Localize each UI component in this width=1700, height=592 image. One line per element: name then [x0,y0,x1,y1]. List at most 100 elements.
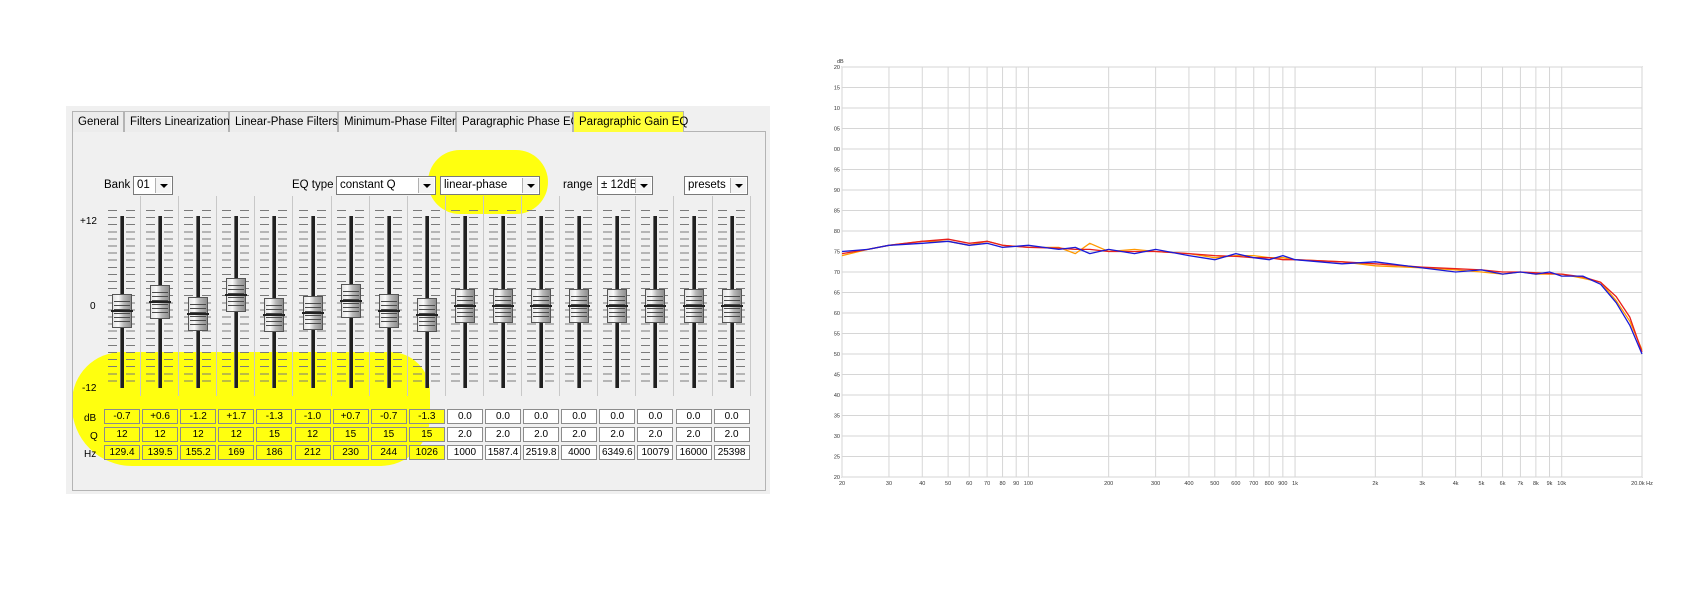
fader-knob-1[interactable] [111,293,133,328]
bank-select[interactable]: 01 [133,176,173,195]
q-value-cell[interactable]: 2.0 [599,427,636,442]
db-value-cell[interactable]: 0.0 [485,409,521,424]
db-value-cell[interactable]: 0.0 [637,409,674,424]
db-value-cell[interactable]: +0.6 [142,409,179,424]
hz-value-cell[interactable]: 6349.6 [599,445,636,460]
hz-value-cell[interactable]: 4000 [561,445,598,460]
tab-minimum-phase-filters[interactable]: Minimum-Phase Filters [338,111,462,132]
hz-value-cell[interactable]: 10079 [637,445,674,460]
fader-knob-6[interactable] [301,295,324,330]
hz-value-cell[interactable]: 129.4 [104,445,140,460]
db-value-cell[interactable]: 0.0 [523,409,560,424]
q-value-cell[interactable]: 12 [104,427,140,442]
q-value-cell[interactable]: 15 [408,427,445,442]
y-tick-label: 90 [834,188,840,194]
fader-knob-15[interactable] [644,289,667,323]
fader-knob-14[interactable] [606,289,629,323]
fader-knob-2[interactable] [149,284,172,319]
db-value-cell[interactable]: -0.7 [370,409,407,424]
tab-linear-phase-filters[interactable]: Linear-Phase Filters [229,111,338,132]
hz-value-cell[interactable]: 169 [218,445,255,460]
db-value-cell[interactable]: -0.7 [104,409,140,424]
hz-value-cell[interactable]: 244 [370,445,407,460]
hz-value-cell[interactable]: 2519.8 [523,445,560,460]
db-value-cell[interactable]: +0.7 [332,409,369,424]
tab-general[interactable]: General [72,111,124,132]
fader-strip-6 [294,196,332,396]
q-value-cell[interactable]: 2.0 [713,427,750,442]
x-tick-label: 20.0k Hz [1631,481,1653,487]
fader-strip-12 [522,196,561,396]
tab-paragraphic-gain-eq[interactable]: Paragraphic Gain EQ [573,111,688,132]
range-select[interactable]: ± 12dB [597,176,653,195]
q-value-cell[interactable]: 2.0 [523,427,560,442]
fader-strip-5 [255,196,294,396]
hz-value-cell[interactable]: 1026 [408,445,445,460]
hz-value-cell[interactable]: 16000 [675,445,712,460]
y-tick-label: 110 [834,106,840,112]
db-value-cell[interactable]: 0.0 [446,409,483,424]
fader-knob-12[interactable] [530,289,553,323]
phase-select[interactable]: linear-phase [440,176,540,195]
eq-type-select[interactable]: constant Q [336,176,436,195]
hz-value-cell[interactable]: 230 [332,445,369,460]
q-value-cell[interactable]: 12 [180,427,217,442]
fader-strip-14 [598,196,637,396]
bank-label: Bank [104,179,131,191]
hz-value-cell[interactable]: 155.2 [180,445,217,460]
fader-scale-ticks [260,210,270,382]
fader-knob-16[interactable] [682,289,705,323]
hz-value-cell[interactable]: 186 [256,445,293,460]
fader-knob-10[interactable] [453,289,476,323]
db-value-cell[interactable]: +1.7 [218,409,255,424]
eq-type-label: EQ type [292,179,334,191]
hz-value-cell[interactable]: 139.5 [142,445,179,460]
tab-paragraphic-phase-eq[interactable]: Paragraphic Phase EQ [456,111,580,132]
presets-select[interactable]: presets [684,176,748,195]
db-row-label: dB [84,413,97,424]
fader-knob-17[interactable] [720,289,743,323]
bank-value: 01 [137,179,150,191]
fader-knob-5[interactable] [263,297,286,332]
q-value-cell[interactable]: 12 [218,427,255,442]
db-value-cell[interactable]: 0.0 [599,409,636,424]
hz-value-cell[interactable]: 1000 [446,445,483,460]
fader-knob-9[interactable] [415,297,438,332]
x-tick-label: 5k [1479,481,1485,487]
q-value-cell[interactable]: 2.0 [485,427,521,442]
fader-knob-8[interactable] [377,293,400,328]
hz-value-cell[interactable]: 1587.4 [485,445,521,460]
fader-knob-13[interactable] [568,289,591,323]
fader-knob-11[interactable] [492,289,514,323]
x-tick-label: 1k [1292,481,1298,487]
tab-filters-linearization[interactable]: Filters Linearization [124,111,230,132]
x-tick-label: 400 [1184,481,1193,487]
db-value-cell[interactable]: 0.0 [561,409,598,424]
y-tick-label: 30 [834,434,840,440]
q-value-cell[interactable]: 2.0 [446,427,483,442]
db-value-cell[interactable]: 0.0 [675,409,712,424]
x-tick-label: 4k [1453,481,1459,487]
q-value-cell[interactable]: 12 [294,427,331,442]
db-value-cell[interactable]: -1.3 [256,409,293,424]
fader-strip-9 [408,196,446,396]
q-value-cell[interactable]: 15 [332,427,369,442]
q-value-cell[interactable]: 2.0 [675,427,712,442]
db-value-cell[interactable]: -1.3 [408,409,445,424]
fader-knob-7[interactable] [339,284,362,319]
q-value-cell[interactable]: 15 [256,427,293,442]
fader-strip-2 [141,196,180,396]
fader-knob-3[interactable] [187,297,210,332]
db-value-cell[interactable]: -1.2 [180,409,217,424]
q-value-cell[interactable]: 2.0 [561,427,598,442]
hz-value-cell[interactable]: 25398 [713,445,750,460]
presets-value: presets [688,179,726,191]
chevron-down-icon [522,178,538,193]
q-value-cell[interactable]: 12 [142,427,179,442]
db-value-cell[interactable]: -1.0 [294,409,331,424]
fader-knob-4[interactable] [225,277,248,312]
db-value-cell[interactable]: 0.0 [713,409,750,424]
q-value-cell[interactable]: 2.0 [637,427,674,442]
q-value-cell[interactable]: 15 [370,427,407,442]
hz-value-cell[interactable]: 212 [294,445,331,460]
